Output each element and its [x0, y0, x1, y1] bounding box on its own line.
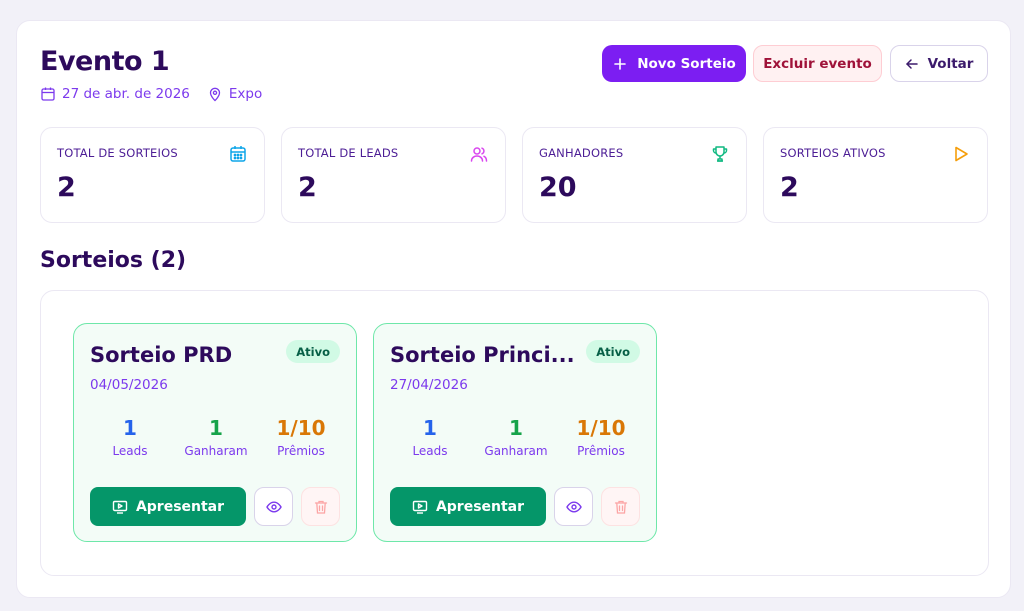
- metric-value: 1/10: [576, 416, 626, 440]
- stat-value: 2: [298, 172, 317, 203]
- metric-label: Ganharam: [484, 444, 548, 458]
- page-title: Evento 1: [40, 46, 170, 77]
- delete-button[interactable]: [301, 487, 340, 526]
- event-location: Expo: [207, 86, 262, 102]
- metric-label: Prêmios: [577, 444, 625, 458]
- event-meta: 27 de abr. de 2026 Expo: [40, 86, 262, 102]
- trophy-icon: [710, 144, 730, 164]
- metric-value: 1: [509, 416, 523, 440]
- status-badge: Ativo: [286, 340, 340, 363]
- delete-event-label: Excluir evento: [763, 55, 872, 72]
- presentation-icon: [112, 499, 128, 515]
- draw-title: Sorteio Princi...: [390, 343, 575, 367]
- stat-value: 2: [57, 172, 76, 203]
- stat-value: 20: [539, 172, 577, 203]
- delete-event-button[interactable]: Excluir evento: [753, 45, 882, 82]
- metric-winners: 1 Ganharam: [176, 416, 256, 458]
- draws-list: Sorteio PRD Ativo 04/05/2026 1 Leads 1 G…: [40, 290, 989, 576]
- metric-leads: 1 Leads: [90, 416, 170, 458]
- stat-total-leads: TOTAL DE LEADS 2: [281, 127, 506, 223]
- stat-winners: GANHADORES 20: [522, 127, 747, 223]
- draw-title: Sorteio PRD: [90, 343, 233, 367]
- back-button[interactable]: Voltar: [890, 45, 988, 82]
- present-button[interactable]: Apresentar: [90, 487, 246, 526]
- view-button[interactable]: [254, 487, 293, 526]
- trash-icon: [313, 499, 329, 515]
- event-date: 27 de abr. de 2026: [40, 86, 190, 102]
- draw-card: Sorteio PRD Ativo 04/05/2026 1 Leads 1 G…: [73, 323, 357, 542]
- presentation-icon: [412, 499, 428, 515]
- stat-label: TOTAL DE LEADS: [298, 146, 399, 160]
- view-button[interactable]: [554, 487, 593, 526]
- stat-active-draws: SORTEIOS ATIVOS 2: [763, 127, 988, 223]
- new-draw-button[interactable]: Novo Sorteio: [602, 45, 746, 82]
- metric-value: 1: [209, 416, 223, 440]
- present-label: Apresentar: [135, 498, 225, 515]
- draw-card: Sorteio Princi... Ativo 27/04/2026 1 Lea…: [373, 323, 657, 542]
- stat-label: SORTEIOS ATIVOS: [780, 146, 886, 160]
- stat-total-draws: TOTAL DE SORTEIOS 2: [40, 127, 265, 223]
- arrow-left-icon: [905, 57, 919, 71]
- metric-label: Ganharam: [184, 444, 248, 458]
- metric-prizes: 1/10 Prêmios: [561, 416, 641, 458]
- play-icon: [951, 144, 971, 164]
- present-label: Apresentar: [435, 498, 525, 515]
- draw-date: 27/04/2026: [390, 377, 468, 393]
- metric-label: Prêmios: [277, 444, 325, 458]
- back-label: Voltar: [927, 55, 974, 72]
- draws-section-title: Sorteios (2): [40, 248, 187, 273]
- metric-prizes: 1/10 Prêmios: [261, 416, 341, 458]
- new-draw-label: Novo Sorteio: [637, 55, 736, 72]
- metric-value: 1/10: [276, 416, 326, 440]
- metric-label: Leads: [112, 444, 148, 458]
- event-date-text: 27 de abr. de 2026: [62, 86, 190, 102]
- event-location-text: Expo: [228, 86, 263, 102]
- metric-leads: 1 Leads: [390, 416, 470, 458]
- metric-winners: 1 Ganharam: [476, 416, 556, 458]
- calendar-icon: [40, 86, 56, 102]
- stat-label: GANHADORES: [539, 146, 624, 160]
- status-badge: Ativo: [586, 340, 640, 363]
- event-page: Evento 1 27 de abr. de 2026 Expo Novo So…: [16, 20, 1011, 598]
- plus-icon: [612, 56, 628, 72]
- draw-date: 04/05/2026: [90, 377, 168, 393]
- present-button[interactable]: Apresentar: [390, 487, 546, 526]
- stat-label: TOTAL DE SORTEIOS: [57, 146, 178, 160]
- eye-icon: [265, 499, 282, 515]
- delete-button[interactable]: [601, 487, 640, 526]
- metric-value: 1: [423, 416, 437, 440]
- eye-icon: [565, 499, 582, 515]
- stat-value: 2: [780, 172, 799, 203]
- metric-value: 1: [123, 416, 137, 440]
- map-pin-icon: [207, 86, 223, 102]
- trash-icon: [613, 499, 629, 515]
- calendar-icon: [228, 144, 248, 164]
- users-icon: [469, 144, 489, 164]
- metric-label: Leads: [412, 444, 448, 458]
